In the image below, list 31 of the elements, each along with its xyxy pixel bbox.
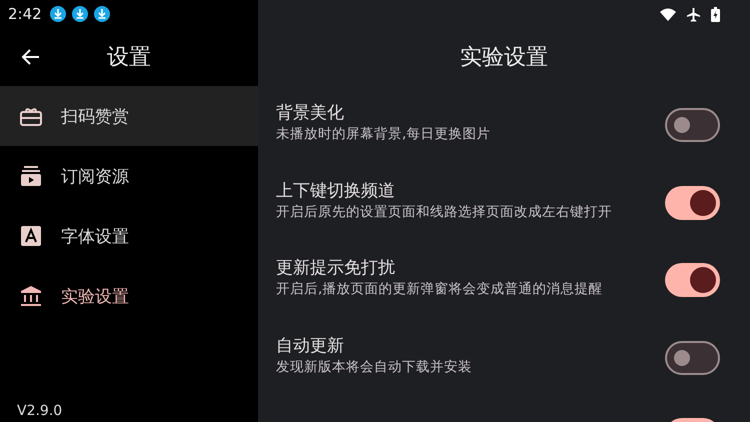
setting-description: 开启后,播放页面的更新弹窗将会变成普通的消息提醒 xyxy=(276,280,604,299)
subscriptions-icon xyxy=(20,165,42,187)
sidebar-item[interactable]: 字体设置 xyxy=(0,206,258,266)
setting-title: 背景美化 xyxy=(276,102,345,124)
sidebar-title: 设置 xyxy=(106,44,152,72)
airplane-icon xyxy=(686,6,701,22)
toggle-switch[interactable] xyxy=(665,186,720,220)
toggle-switch[interactable] xyxy=(665,263,720,297)
setting-description: 开启后原先的设置页面和线路选择页面改成左右键打开 xyxy=(276,202,613,222)
font-icon xyxy=(20,225,42,247)
wifi-icon xyxy=(660,8,676,20)
setting-description: 未播放时的屏幕背景,每日更换图片 xyxy=(276,125,492,144)
toggle-switch[interactable] xyxy=(665,340,720,374)
setting-title: 更新提示免打扰 xyxy=(276,257,396,279)
battery-icon xyxy=(711,6,720,22)
download-icon xyxy=(50,6,66,22)
download-icon xyxy=(72,6,88,22)
setting-description: 发现新版本将会自动下载并安装 xyxy=(276,358,473,376)
status-time: 2:42 xyxy=(8,5,42,23)
back-arrow-icon[interactable] xyxy=(21,47,41,67)
gift-box-icon xyxy=(20,106,42,126)
sidebar-item[interactable]: 实验设置 xyxy=(0,266,258,326)
sidebar-item[interactable]: 订阅资源 xyxy=(0,146,258,206)
version-label: V2.9.0 xyxy=(16,403,64,421)
download-icon xyxy=(94,6,110,22)
page-title: 实验设置 xyxy=(459,44,549,72)
setting-title: 自动更新 xyxy=(276,334,345,356)
toggle-switch[interactable] xyxy=(665,108,720,142)
setting-title: 上下键切换频道 xyxy=(276,180,396,202)
sidebar-item[interactable]: 扫码赞赏 xyxy=(0,86,258,146)
bank-building-icon xyxy=(20,285,42,307)
